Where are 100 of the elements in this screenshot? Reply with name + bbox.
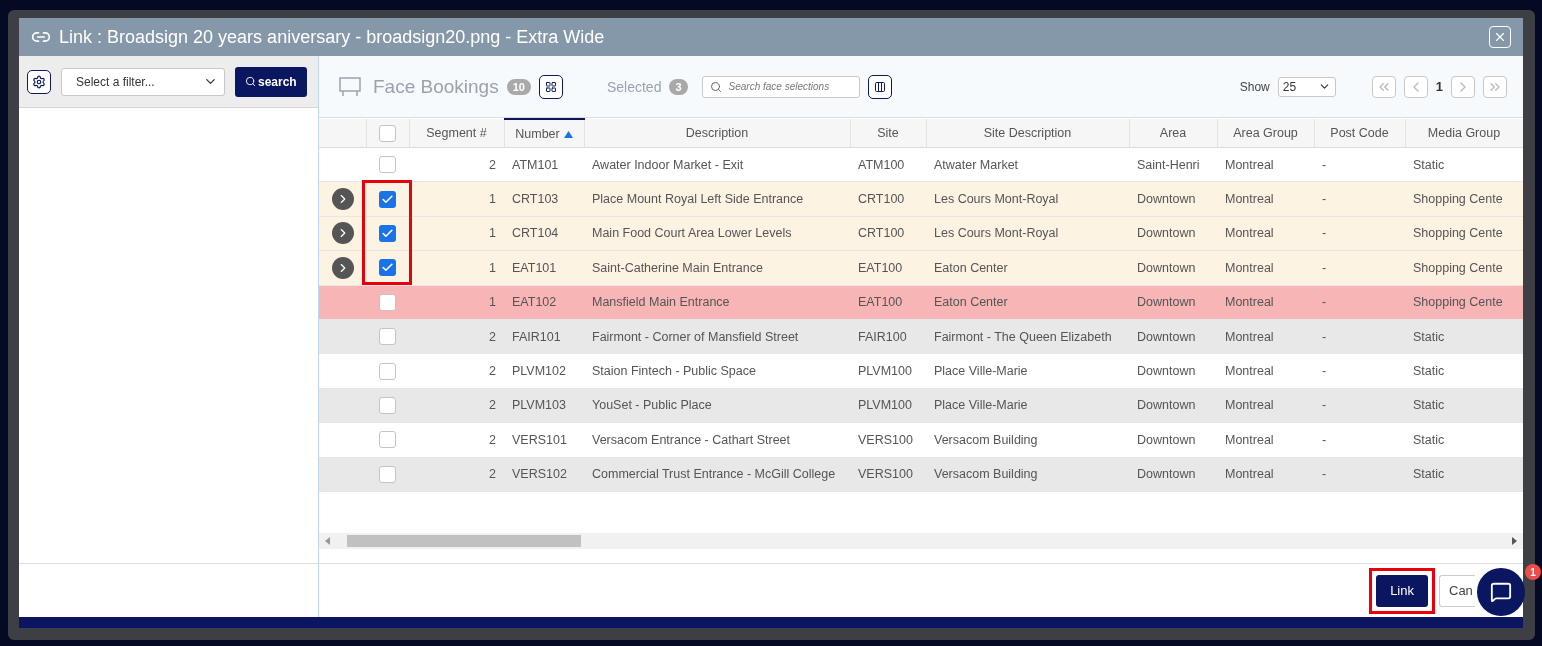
table-cell: - xyxy=(1314,285,1405,320)
table-cell: - xyxy=(1314,422,1405,457)
table-cell: Eaton Center xyxy=(926,250,1129,286)
table-cell: Montreal xyxy=(1217,147,1314,182)
cancel-button[interactable]: Can xyxy=(1439,574,1475,607)
table-cell: PLVM100 xyxy=(850,353,926,389)
row-checkbox[interactable] xyxy=(379,190,396,208)
table-cell: - xyxy=(1314,319,1405,354)
row-checkbox[interactable] xyxy=(379,156,396,174)
search-icon xyxy=(245,76,256,87)
column-header[interactable]: Site Description xyxy=(926,119,1129,148)
page-number: 1 xyxy=(1435,79,1443,94)
link-button[interactable]: Link xyxy=(1376,574,1428,607)
columns-icon xyxy=(873,80,886,93)
table-cell: VERS102 xyxy=(504,457,584,492)
row-checkbox[interactable] xyxy=(379,362,396,380)
column-header[interactable]: Area Group xyxy=(1217,119,1314,148)
row-checkbox[interactable] xyxy=(379,431,396,449)
table-cell: 2 xyxy=(409,457,504,492)
table-cell: Fairmont - Corner of Mansfield Street xyxy=(584,319,850,354)
table-cell: Mansfield Main Entrance xyxy=(584,285,850,320)
last-page-button[interactable] xyxy=(1483,75,1507,98)
table-row[interactable]: 2 PLVM103 YouSet - Public Place PLVM100 Place Ville-Marie Downtown Montreal - Static xyxy=(319,388,1523,423)
column-header[interactable]: Number xyxy=(504,119,584,148)
row-checkbox[interactable] xyxy=(379,328,396,346)
table-cell: EAT101 xyxy=(504,250,584,286)
search-field[interactable]: Search face selections xyxy=(701,75,860,98)
column-header[interactable]: Post Code xyxy=(1314,119,1405,148)
table-cell: Static xyxy=(1405,422,1523,457)
column-header[interactable]: Segment # xyxy=(409,119,504,148)
table-cell: Montreal xyxy=(1217,388,1314,423)
next-page-button[interactable] xyxy=(1451,75,1475,98)
table-cell: FAIR100 xyxy=(850,319,926,354)
table-row[interactable]: 2 FAIR101 Fairmont - Corner of Mansfield Street FAIR100 Fairmont - The Queen Elizabeth Downtown Montreal - Static xyxy=(319,319,1523,354)
table-cell: VERS100 xyxy=(850,457,926,492)
column-header[interactable]: Media Group xyxy=(1405,119,1523,148)
page-size-select[interactable]: 25 xyxy=(1277,76,1336,97)
grid-view-button[interactable] xyxy=(538,74,563,99)
table-row[interactable]: 2 PLVM102 Staion Fintech - Public Space PLVM100 Place Ville-Marie Downtown Montreal - Static xyxy=(319,353,1523,389)
table-cell: Saint-Henri xyxy=(1129,147,1217,182)
table-cell: Static xyxy=(1405,457,1523,492)
previous-page-button[interactable] xyxy=(1403,75,1428,98)
table-cell: 1 xyxy=(409,250,504,286)
table-cell: Downtown xyxy=(1129,285,1217,320)
grid-icon xyxy=(544,80,557,93)
column-header[interactable]: Area xyxy=(1129,119,1217,148)
table-cell: - xyxy=(1314,353,1405,389)
filter-select[interactable]: Select a filter... xyxy=(61,67,225,96)
selected-label: Selected xyxy=(606,78,662,95)
expand-button[interactable] xyxy=(331,188,354,211)
table-cell: Place Ville-Marie xyxy=(926,388,1129,423)
table-cell: Montreal xyxy=(1217,285,1314,320)
row-checkbox[interactable] xyxy=(379,259,396,277)
table-cell: Downtown xyxy=(1129,216,1217,251)
first-page-button[interactable] xyxy=(1371,75,1396,98)
table-cell: Montreal xyxy=(1217,457,1314,492)
table-cell: Staion Fintech - Public Space xyxy=(584,353,850,389)
row-checkbox[interactable] xyxy=(379,224,396,242)
table-cell: Shopping Cente xyxy=(1405,285,1523,320)
table-row[interactable]: 1 CRT103 Place Mount Royal Left Side Entrance CRT100 Les Cours Mont-Royal Downtown Montreal - Shopping Cente xyxy=(319,181,1523,217)
expand-button[interactable] xyxy=(331,256,354,279)
expand-button[interactable] xyxy=(331,222,354,245)
table-row[interactable]: 2 VERS101 Versacom Entrance - Cathart Street VERS100 Versacom Building Downtown Montreal - Static xyxy=(319,422,1523,457)
table-cell: Shopping Cente xyxy=(1405,250,1523,286)
table-row[interactable]: 2 VERS102 Commercial Trust Entrance - McGill College VERS100 Versacom Building Downtown Montreal - Static xyxy=(319,457,1523,492)
table-cell: EAT100 xyxy=(850,250,926,286)
table-row[interactable]: 1 EAT102 Mansfield Main Entrance EAT100 Eaton Center Downtown Montreal - Shopping Cente xyxy=(319,285,1523,320)
table-cell: 1 xyxy=(409,216,504,251)
table-row[interactable]: 1 CRT104 Main Food Court Area Lower Levels CRT100 Les Cours Mont-Royal Downtown Montreal - Shopping Cente xyxy=(319,216,1523,251)
table-cell: VERS100 xyxy=(850,422,926,457)
table-cell: 2 xyxy=(409,319,504,354)
search-button[interactable]: search xyxy=(235,66,307,97)
table-row[interactable]: 1 EAT101 Saint-Catherine Main Entrance EAT100 Eaton Center Downtown Montreal - Shopping Cente xyxy=(319,250,1523,286)
table-cell: Montreal xyxy=(1217,353,1314,389)
row-checkbox[interactable] xyxy=(379,465,396,483)
close-button[interactable] xyxy=(1489,26,1511,48)
select-all-checkbox[interactable] xyxy=(379,124,396,142)
table-cell: Downtown xyxy=(1129,422,1217,457)
settings-button[interactable] xyxy=(27,69,51,94)
selected-count-badge: 3 xyxy=(669,78,688,95)
table-row[interactable]: 2 ATM101 Awater Indoor Market - Exit ATM100 Atwater Market Saint-Henri Montreal - Static xyxy=(319,147,1523,182)
table-cell: Montreal xyxy=(1217,319,1314,354)
column-header[interactable]: Description xyxy=(584,119,850,148)
table-cell: VERS101 xyxy=(504,422,584,457)
table-cell: ATM100 xyxy=(850,147,926,182)
column-header[interactable]: Site xyxy=(850,119,926,148)
table-cell: Downtown xyxy=(1129,250,1217,286)
columns-button[interactable] xyxy=(867,74,892,99)
table-cell: CRT104 xyxy=(504,216,584,251)
row-checkbox[interactable] xyxy=(379,396,396,414)
table-cell: Downtown xyxy=(1129,319,1217,354)
show-label: Show xyxy=(1239,79,1270,94)
table-cell: YouSet - Public Place xyxy=(584,388,850,423)
row-checkbox[interactable] xyxy=(379,293,396,311)
table-cell: Montreal xyxy=(1217,216,1314,251)
table-cell: Versacom Building xyxy=(926,422,1129,457)
table-cell: - xyxy=(1314,216,1405,251)
table-cell: CRT103 xyxy=(504,181,584,217)
horizontal-scrollbar[interactable] xyxy=(319,533,1523,549)
table-cell: Static xyxy=(1405,388,1523,423)
